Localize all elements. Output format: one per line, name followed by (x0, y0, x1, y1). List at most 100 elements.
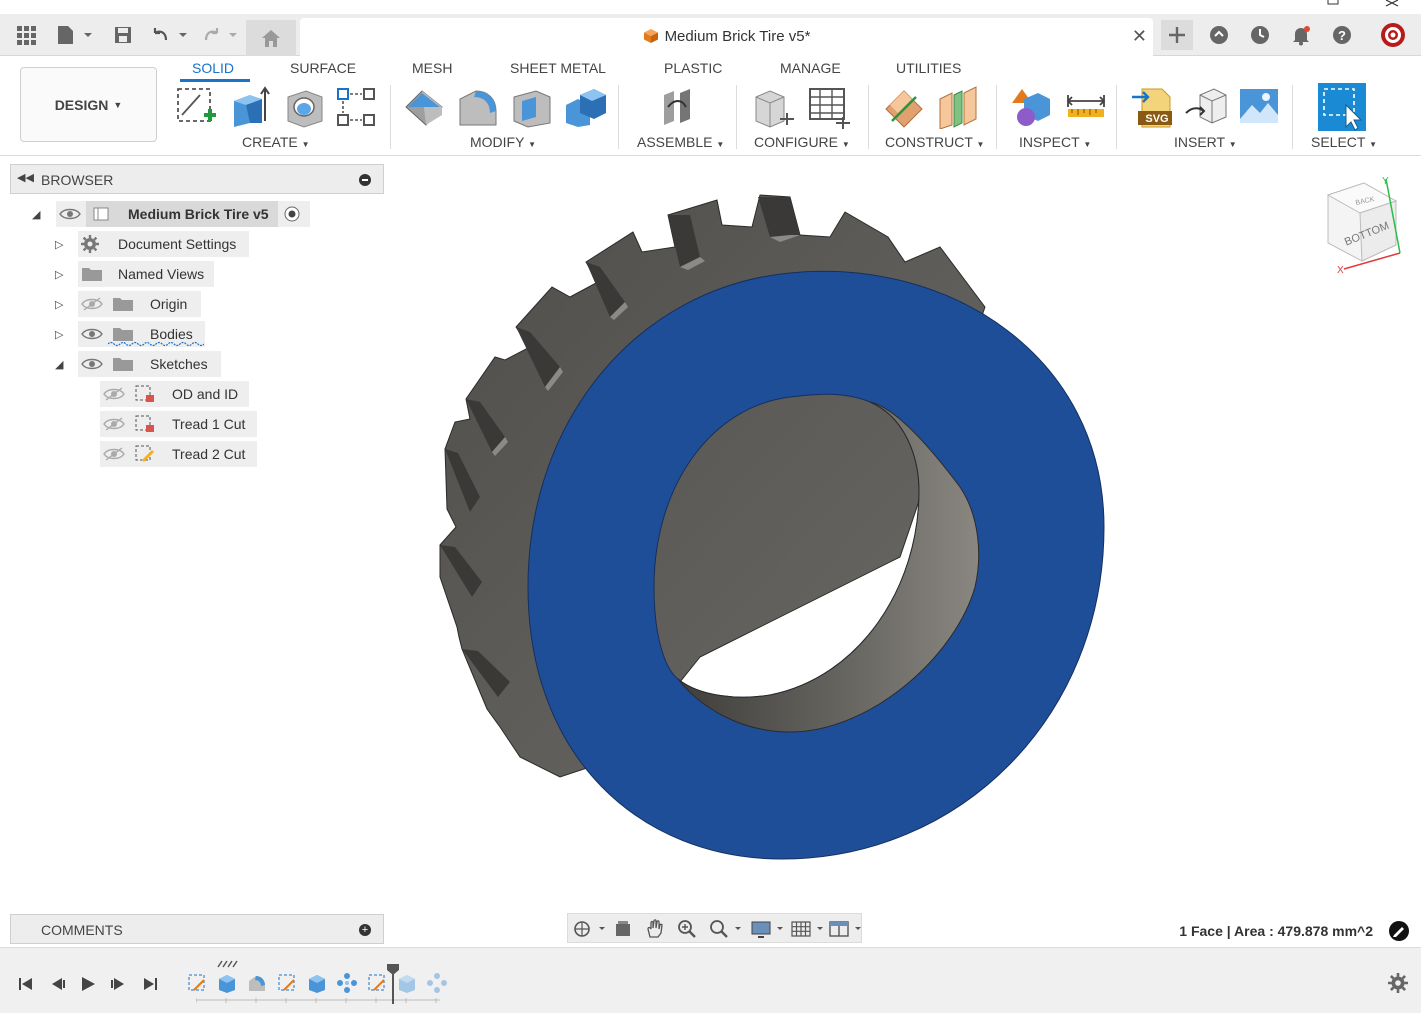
fillet-icon[interactable] (456, 85, 500, 129)
tab-mesh[interactable]: MESH (412, 60, 452, 76)
combine-icon[interactable] (564, 85, 608, 129)
browser-item-bodies[interactable]: Bodies (78, 321, 205, 347)
tab-surface[interactable]: SURFACE (290, 60, 356, 76)
configure-menu[interactable]: CONFIGURE ▼ (754, 134, 850, 150)
expand-arrow-icon[interactable]: ▷ (55, 298, 63, 311)
grid-settings-icon[interactable] (790, 919, 824, 939)
timeline-pattern-icon[interactable] (426, 972, 448, 994)
user-avatar[interactable] (1378, 20, 1408, 50)
activate-radio-icon[interactable] (284, 206, 300, 222)
comments-panel-header[interactable]: COMMENTS + (10, 914, 384, 944)
status-icon[interactable] (1389, 921, 1409, 941)
configure-body-icon[interactable] (752, 85, 796, 129)
assemble-menu[interactable]: ASSEMBLE ▼ (637, 134, 724, 150)
expand-arrow-icon[interactable]: ▷ (55, 268, 63, 281)
save-button[interactable] (110, 20, 136, 50)
eye-hidden-icon[interactable] (103, 387, 125, 401)
interference-icon[interactable] (1010, 85, 1054, 129)
collapse-panel-icon[interactable]: ◀◀ (17, 171, 34, 184)
browser-item-named-views[interactable]: Named Views (78, 261, 214, 287)
zoom-icon[interactable] (676, 919, 698, 939)
file-menu-button[interactable] (54, 20, 94, 50)
sketch-item-tread-1-cut[interactable]: Tread 1 Cut (100, 411, 257, 437)
midplane-icon[interactable] (936, 85, 980, 129)
extensions-button[interactable] (1204, 20, 1234, 50)
look-at-icon[interactable] (612, 919, 634, 939)
timeline-extrude-icon[interactable] (306, 972, 328, 994)
display-settings-icon[interactable] (750, 919, 784, 939)
go-to-start-icon[interactable] (16, 974, 36, 994)
insert-mesh-icon[interactable] (1184, 85, 1228, 129)
undo-button[interactable] (150, 20, 190, 50)
close-tab-icon[interactable]: ✕ (1132, 26, 1147, 47)
sketch-item-od-and-id[interactable]: OD and ID (100, 381, 249, 407)
help-button[interactable]: ? (1327, 20, 1357, 50)
timeline-extrude-icon[interactable] (396, 972, 418, 994)
orbit-icon[interactable] (572, 919, 606, 939)
fit-zoom-icon[interactable] (708, 919, 742, 939)
restore-icon[interactable] (1327, 0, 1339, 5)
timeline-settings-gear-icon[interactable] (1387, 972, 1409, 994)
home-button[interactable] (246, 20, 296, 56)
go-to-end-icon[interactable] (140, 974, 160, 994)
notifications-button[interactable] (1286, 20, 1316, 50)
timeline-sketch-icon[interactable] (276, 972, 298, 994)
eye-icon[interactable] (59, 207, 81, 221)
sketch-item-tread-2-cut[interactable]: Tread 2 Cut (100, 441, 257, 467)
create-sketch-icon[interactable] (174, 85, 218, 129)
window-close-icon[interactable] (1385, 0, 1399, 7)
collapse-arrow-icon[interactable]: ◢ (32, 208, 40, 221)
tab-sheet-metal[interactable]: SHEET METAL (510, 60, 606, 76)
extrude-icon[interactable] (228, 85, 272, 129)
tab-plastic[interactable]: PLASTIC (664, 60, 722, 76)
new-tab-button[interactable] (1161, 20, 1193, 50)
collapse-arrow-icon[interactable]: ◢ (55, 358, 63, 371)
redo-button[interactable] (200, 20, 240, 50)
eye-hidden-icon[interactable] (81, 297, 103, 311)
graphics-canvas[interactable]: BACK BOTTOM Y X ◀◀ BROWSER ◢ Medium Bric… (0, 157, 1421, 947)
step-forward-icon[interactable] (108, 974, 128, 994)
job-status-button[interactable] (1245, 20, 1275, 50)
browser-root[interactable]: Medium Brick Tire v5 (56, 201, 310, 227)
offset-plane-icon[interactable] (882, 85, 926, 129)
document-tab[interactable]: Medium Brick Tire v5* ✕ (300, 18, 1153, 56)
select-menu[interactable]: SELECT ▼ (1311, 134, 1377, 150)
hole-icon[interactable] (282, 85, 326, 129)
browser-panel-header[interactable]: ◀◀ BROWSER (10, 164, 384, 194)
browser-item-document-settings[interactable]: Document Settings (78, 231, 249, 257)
eye-hidden-icon[interactable] (103, 417, 125, 431)
pattern-icon[interactable] (334, 85, 378, 129)
measure-icon[interactable] (1064, 85, 1108, 129)
eye-icon[interactable] (81, 357, 103, 371)
insert-svg-icon[interactable]: SVG (1130, 85, 1174, 129)
eye-hidden-icon[interactable] (103, 447, 125, 461)
insert-menu[interactable]: INSERT ▼ (1174, 134, 1237, 150)
pan-hand-icon[interactable] (644, 919, 666, 939)
eye-icon[interactable] (81, 327, 103, 341)
timeline-fillet-icon[interactable] (246, 972, 268, 994)
construct-menu[interactable]: CONSTRUCT ▼ (885, 134, 984, 150)
tab-manage[interactable]: MANAGE (780, 60, 841, 76)
expand-arrow-icon[interactable]: ▷ (55, 238, 63, 251)
joint-icon[interactable] (656, 85, 700, 129)
browser-item-sketches[interactable]: Sketches (78, 351, 221, 377)
expand-arrow-icon[interactable]: ▷ (55, 328, 63, 341)
inspect-menu[interactable]: INSPECT ▼ (1019, 134, 1091, 150)
timeline-pattern-icon[interactable] (336, 972, 358, 994)
app-grid-button[interactable] (12, 20, 40, 50)
canvas-image-icon[interactable] (1238, 85, 1282, 129)
shell-icon[interactable] (510, 85, 554, 129)
create-menu[interactable]: CREATE ▼ (242, 134, 310, 150)
tab-solid[interactable]: SOLID (192, 60, 234, 76)
select-icon[interactable] (1318, 83, 1366, 131)
timeline-extrude-icon[interactable] (216, 972, 238, 994)
modify-menu[interactable]: MODIFY ▼ (470, 134, 536, 150)
timeline-sketch-icon[interactable] (186, 972, 208, 994)
viewports-icon[interactable] (828, 919, 862, 939)
configure-table-icon[interactable] (806, 85, 850, 129)
play-icon[interactable] (78, 974, 98, 994)
viewcube[interactable]: BACK BOTTOM Y X (1320, 175, 1410, 280)
step-back-icon[interactable] (48, 974, 68, 994)
press-pull-icon[interactable] (402, 85, 446, 129)
tab-utilities[interactable]: UTILITIES (896, 60, 961, 76)
